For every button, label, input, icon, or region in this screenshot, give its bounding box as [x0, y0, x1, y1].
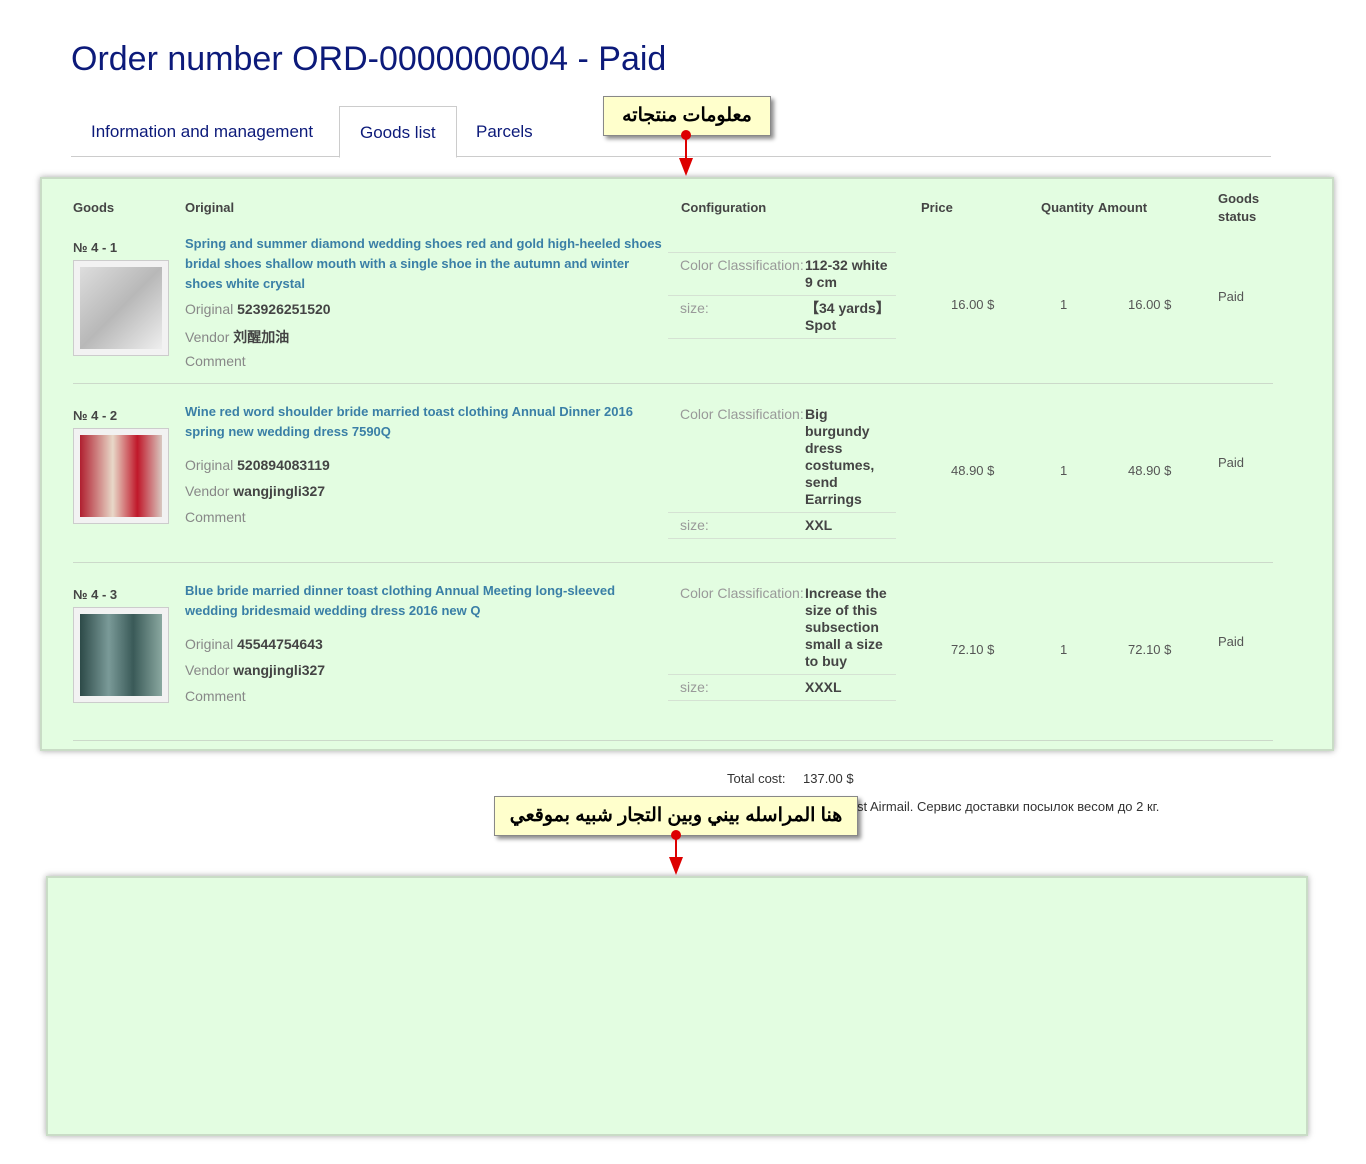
- price: 48.90 $: [951, 463, 995, 478]
- table-row: № 4 - 3 Blue bride married dinner toast …: [73, 583, 1273, 741]
- callout-dot-icon: [681, 130, 691, 140]
- comment-link[interactable]: Comment: [185, 688, 246, 704]
- original-label: Original: [185, 301, 234, 317]
- product-image[interactable]: [73, 428, 169, 524]
- config-value: XXL: [805, 517, 833, 533]
- price: 72.10 $: [951, 642, 995, 657]
- config-value: Big burgundy dress costumes, send Earrin…: [805, 406, 875, 507]
- config-value: XXXL: [805, 679, 842, 695]
- header-amount: Amount: [1098, 200, 1148, 215]
- original-id: 520894083119: [237, 457, 330, 473]
- quantity: 1: [1060, 463, 1068, 478]
- original-label: Original: [185, 636, 234, 652]
- configuration: Color Classification: Big burgundy dress …: [668, 402, 896, 539]
- configuration: Color Classification: 112-32 white 9 cm s…: [668, 252, 896, 339]
- product-image[interactable]: [73, 607, 169, 703]
- item-number: № 4 - 3: [73, 587, 118, 602]
- vendor-name: wangjingli327: [233, 483, 326, 499]
- header-original: Original: [185, 200, 235, 215]
- config-label: Color Classification:: [680, 585, 804, 601]
- header-price: Price: [921, 200, 953, 215]
- comment-link[interactable]: Comment: [185, 353, 246, 369]
- status: Paid: [1218, 289, 1245, 304]
- header-configuration: Configuration: [681, 200, 767, 215]
- vendor-name: wangjingli327: [233, 662, 326, 678]
- original-id: 45544754643: [237, 636, 323, 652]
- page-title: Order number ORD-0000000004 - Paid: [71, 40, 667, 78]
- shipping-method: st Airmail. Сервис доставки посылок весо…: [857, 799, 1160, 814]
- original-id: 523926251520: [237, 301, 331, 317]
- callout-dot-icon: [671, 830, 681, 840]
- config-label: Color Classification:: [680, 257, 804, 273]
- goods-panel: Goods Original Configuration Price Quant…: [40, 177, 1334, 751]
- tab-parcels[interactable]: Parcels: [456, 106, 553, 156]
- price: 16.00 $: [951, 297, 995, 312]
- amount: 48.90 $: [1128, 463, 1172, 478]
- product-link[interactable]: Wine red word shoulder bride married toa…: [185, 402, 665, 442]
- table-row: № 4 - 2 Wine red word shoulder bride mar…: [73, 404, 1273, 563]
- config-value: 【34 yards】Spot: [805, 300, 890, 333]
- arrow-down-icon: [679, 158, 693, 176]
- amount: 16.00 $: [1128, 297, 1172, 312]
- total-cost-label: Total cost:: [727, 771, 786, 786]
- configuration: Color Classification: Increase the size o…: [668, 581, 896, 701]
- config-value: Increase the size of this subsection sma…: [805, 585, 887, 669]
- quantity: 1: [1060, 642, 1068, 657]
- item-number: № 4 - 1: [73, 240, 118, 255]
- header-status: Goods status: [1218, 191, 1260, 224]
- vendor-label: Vendor: [185, 483, 230, 499]
- product-link[interactable]: Blue bride married dinner toast clothing…: [185, 581, 665, 621]
- header-quantity: Quantity: [1041, 200, 1094, 215]
- messages-panel: [46, 876, 1308, 1136]
- amount: 72.10 $: [1128, 642, 1172, 657]
- status: Paid: [1218, 634, 1245, 649]
- product-link[interactable]: Spring and summer diamond wedding shoes …: [185, 234, 665, 294]
- header-goods: Goods: [73, 200, 115, 215]
- vendor-name: 刘醒加油: [233, 329, 290, 345]
- product-image[interactable]: [73, 260, 169, 356]
- arrow-down-icon: [669, 857, 683, 875]
- total-cost-value: 137.00 $: [803, 771, 854, 786]
- table-row: № 4 - 1 Spring and summer diamond weddin…: [73, 236, 1273, 384]
- config-label: size:: [680, 517, 709, 533]
- config-label: size:: [680, 679, 709, 695]
- tab-goods-list[interactable]: Goods list: [339, 106, 457, 158]
- vendor-label: Vendor: [185, 662, 230, 678]
- config-label: size:: [680, 300, 709, 316]
- config-value: 112-32 white 9 cm: [805, 257, 888, 290]
- comment-link[interactable]: Comment: [185, 509, 246, 525]
- original-label: Original: [185, 457, 234, 473]
- vendor-label: Vendor: [185, 329, 230, 345]
- item-number: № 4 - 2: [73, 408, 118, 423]
- status: Paid: [1218, 455, 1245, 470]
- tab-information[interactable]: Information and management: [71, 106, 333, 156]
- config-label: Color Classification:: [680, 406, 804, 422]
- quantity: 1: [1060, 297, 1068, 312]
